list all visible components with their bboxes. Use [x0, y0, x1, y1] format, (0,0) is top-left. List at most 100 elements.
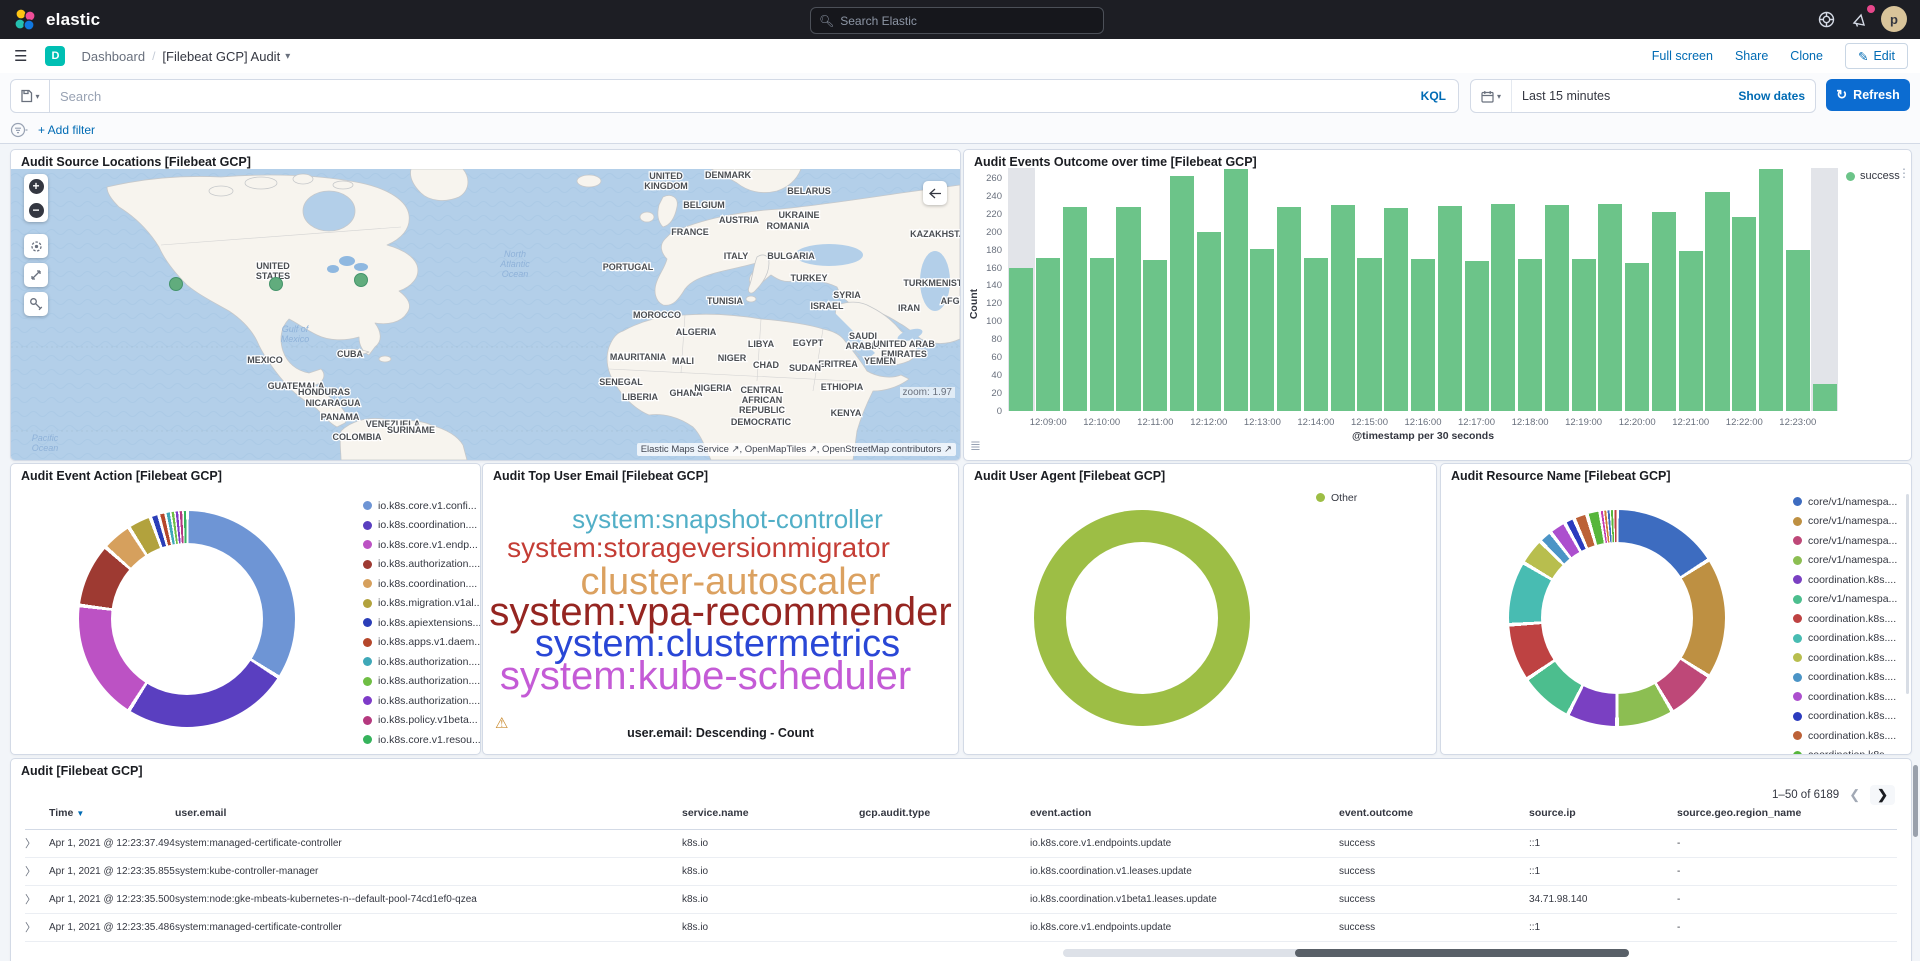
bar[interactable] [1438, 206, 1462, 411]
map-data-point[interactable] [270, 278, 283, 291]
legend-item[interactable]: core/v1/namespa... [1793, 531, 1897, 551]
tag-cloud-word[interactable]: system:storageversionmigrator [507, 532, 890, 564]
column-header[interactable]: user.email [175, 807, 682, 829]
help-icon[interactable] [1813, 7, 1839, 33]
legend-item[interactable]: io.k8s.authorization.... [363, 652, 481, 672]
legend-item[interactable]: io.k8s.core.v1.confi... [363, 496, 481, 516]
kql-toggle[interactable]: KQL [1421, 89, 1446, 103]
legend-item[interactable]: coordination.k8s.... [1793, 746, 1897, 756]
clone-link[interactable]: Clone [1790, 49, 1823, 63]
newsfeed-icon[interactable] [1847, 7, 1873, 33]
map-data-point[interactable] [355, 274, 368, 287]
column-header[interactable]: event.outcome [1339, 807, 1529, 829]
full-screen-link[interactable]: Full screen [1652, 49, 1713, 63]
bar[interactable] [1411, 259, 1435, 412]
legend-item[interactable]: core/v1/namespa... [1793, 551, 1897, 571]
table-row[interactable]: 〉Apr 1, 2021 @ 12:23:35.486system:manage… [25, 913, 1897, 942]
legend-toggle-icon[interactable]: ≣ [970, 438, 981, 454]
bar[interactable] [1250, 249, 1274, 411]
bar[interactable] [1384, 208, 1408, 411]
expand-row-icon[interactable]: 〉 [25, 891, 49, 907]
bar[interactable] [1786, 250, 1810, 411]
zoom-out-button[interactable]: − [24, 198, 48, 222]
legend-item[interactable]: core/v1/namespa... [1793, 512, 1897, 532]
bar[interactable] [1652, 212, 1676, 411]
legend-item[interactable]: coordination.k8s.... [1793, 648, 1897, 668]
search-input[interactable] [50, 89, 1421, 104]
bar[interactable] [1518, 259, 1542, 411]
legend-item[interactable]: coordination.k8s.... [1793, 629, 1897, 649]
bar[interactable] [1331, 205, 1355, 411]
legend-item[interactable]: io.k8s.policy.v1beta... [363, 711, 481, 731]
bar[interactable] [1679, 251, 1703, 411]
chart-legend[interactable]: success [1846, 170, 1900, 182]
legend-menu-icon[interactable]: ⋮ [1898, 166, 1910, 180]
expand-row-icon[interactable]: 〉 [25, 919, 49, 935]
bar[interactable] [1143, 260, 1167, 411]
world-map[interactable]: UNITEDKINGDOMDENMARKBELARUSUKRAINEBELGIU… [11, 169, 960, 460]
bar[interactable] [1545, 205, 1569, 411]
bar[interactable] [1357, 258, 1381, 411]
chevron-down-icon[interactable]: ▾ [285, 51, 290, 62]
legend-item[interactable]: core/v1/namespa... [1793, 492, 1897, 512]
legend-item[interactable]: coordination.k8s.... [1793, 687, 1897, 707]
saved-query-menu-button[interactable]: ▾ [11, 80, 50, 112]
table-row[interactable]: 〉Apr 1, 2021 @ 12:23:35.500system:node:g… [25, 885, 1897, 914]
legend-item[interactable]: io.k8s.core.v1.resou... [363, 730, 481, 750]
column-header[interactable]: event.action [1030, 807, 1339, 829]
column-header[interactable]: source.ip [1529, 807, 1677, 829]
wrench-icon[interactable] [24, 292, 48, 316]
legend-scrollbar[interactable] [1906, 494, 1909, 694]
bar[interactable] [1036, 258, 1060, 411]
zoom-in-button[interactable]: + [24, 174, 48, 198]
share-link[interactable]: Share [1735, 49, 1768, 63]
expand-row-icon[interactable]: 〉 [25, 835, 49, 851]
crosshair-icon[interactable] [24, 234, 48, 258]
legend-item[interactable]: core/v1/namespa... [1793, 590, 1897, 610]
legend-item[interactable]: io.k8s.core.v1.endp... [363, 535, 481, 555]
bar[interactable] [1625, 263, 1649, 411]
bar[interactable] [1705, 192, 1729, 411]
legend-item[interactable]: io.k8s.authorization.... [363, 691, 481, 711]
bar[interactable] [1224, 169, 1248, 411]
dashboard-badge[interactable]: D [45, 46, 65, 66]
donut-chart[interactable] [1509, 510, 1725, 726]
menu-icon[interactable]: ☰ [14, 47, 27, 65]
bar[interactable] [1170, 176, 1194, 411]
legend-item[interactable]: io.k8s.coordination.... [363, 516, 481, 536]
column-header[interactable]: service.name [682, 807, 859, 829]
horizontal-scrollbar-thumb[interactable] [1295, 949, 1629, 957]
map-attribution[interactable]: Elastic Maps Service ↗, OpenMapTiles ↗, … [637, 443, 956, 456]
refresh-button[interactable]: ↻ Refresh [1826, 79, 1910, 111]
tag-cloud-word[interactable]: system:kube-scheduler [500, 654, 911, 699]
vertical-scrollbar-thumb[interactable] [1913, 765, 1918, 837]
legend-item[interactable]: io.k8s.coordination.... [363, 574, 481, 594]
bar[interactable] [1759, 169, 1783, 411]
show-dates-link[interactable]: Show dates [1738, 89, 1805, 103]
legend-item[interactable]: coordination.k8s.... [1793, 570, 1897, 590]
legend-item[interactable]: io.k8s.authorization.... [363, 555, 481, 575]
legend-item[interactable]: io.k8s.apps.v1.daem... [363, 633, 481, 653]
legend-item[interactable]: io.k8s.authorization.... [363, 672, 481, 692]
bar[interactable] [1572, 259, 1596, 411]
calendar-menu-button[interactable]: ▾ [1471, 80, 1512, 112]
bar[interactable] [1090, 258, 1114, 411]
bar[interactable] [1116, 207, 1140, 412]
previous-page-icon[interactable]: ❮ [1849, 787, 1860, 803]
next-page-icon[interactable]: ❯ [1870, 785, 1895, 805]
legend-item[interactable]: coordination.k8s.... [1793, 668, 1897, 688]
bar[interactable] [1465, 261, 1489, 411]
bar[interactable] [1009, 268, 1033, 412]
column-header[interactable]: source.geo.region_name [1677, 807, 1897, 829]
legend-item[interactable]: Other [1316, 488, 1357, 508]
legend-collapse-button[interactable] [923, 181, 947, 205]
user-avatar[interactable]: p [1881, 6, 1907, 32]
bar[interactable] [1304, 258, 1328, 411]
legend-item[interactable]: coordination.k8s.... [1793, 609, 1897, 629]
donut-chart[interactable] [79, 511, 295, 727]
table-row[interactable]: 〉Apr 1, 2021 @ 12:23:37.494system:manage… [25, 829, 1897, 858]
add-filter-link[interactable]: + Add filter [38, 123, 95, 137]
tag-cloud-word[interactable]: system:snapshot-controller [572, 504, 883, 535]
legend-item[interactable]: io.k8s.apiextensions... [363, 613, 481, 633]
edit-button[interactable]: ✎ Edit [1845, 43, 1908, 69]
